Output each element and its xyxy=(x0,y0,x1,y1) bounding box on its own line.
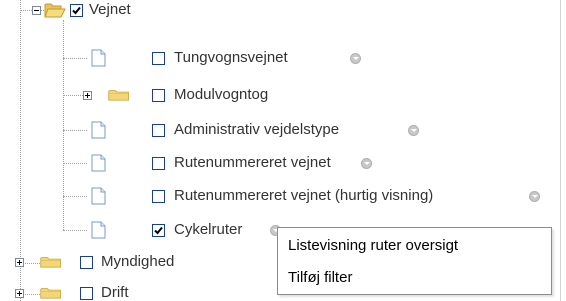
tree-line xyxy=(63,20,64,230)
page-icon xyxy=(91,49,106,67)
page-icon xyxy=(91,221,106,239)
checkbox-rutenummereret-vejnet-hurtig-visning[interactable] xyxy=(152,190,165,203)
checkbox-rutenummereret-vejnet[interactable] xyxy=(152,157,165,170)
checkbox-drift[interactable] xyxy=(80,287,93,300)
folder-icon xyxy=(108,90,129,101)
folder-icon xyxy=(40,257,61,268)
tree-item-label: Modulvogntog xyxy=(174,86,269,103)
checkbox-administrativ-vejdelstype[interactable] xyxy=(152,124,165,137)
expand-toggle-icon[interactable] xyxy=(15,258,24,267)
folder-open-icon xyxy=(44,3,66,18)
collapse-toggle-icon[interactable] xyxy=(32,6,41,15)
tree-item-label: Tungvognsvejnet xyxy=(174,49,288,66)
info-icon[interactable] xyxy=(350,53,361,64)
folder-icon xyxy=(40,288,61,299)
expand-toggle-icon[interactable] xyxy=(15,289,24,298)
panel-border xyxy=(560,0,561,301)
info-icon[interactable] xyxy=(408,125,419,136)
page-icon xyxy=(91,187,106,205)
tree-line xyxy=(20,0,21,301)
page-icon xyxy=(91,154,106,172)
checkbox-modulvogntog[interactable] xyxy=(152,89,165,102)
menu-item-listevisning[interactable]: Listevisning ruter oversigt xyxy=(279,232,550,260)
tree-item-label: Rutenummereret vejnet (hurtig visning) xyxy=(174,187,434,204)
tree-item-label: Cykelruter xyxy=(174,221,243,238)
checkbox-cykelruter[interactable] xyxy=(152,224,165,237)
tree-line xyxy=(63,58,87,59)
tree-item-label: Drift xyxy=(101,284,129,301)
tree-line xyxy=(63,196,87,197)
context-menu: Listevisning ruter oversigt Tilføj filte… xyxy=(277,227,552,295)
menu-item-tilfoej-filter[interactable]: Tilføj filter xyxy=(279,264,550,292)
checkbox-vejnet[interactable] xyxy=(70,4,83,17)
tree-line xyxy=(63,163,87,164)
tree-item-label: Vejnet xyxy=(89,1,131,18)
tree-item-label: Administrativ vejdelstype xyxy=(174,121,340,138)
checkbox-tungvognsvejnet[interactable] xyxy=(152,52,165,65)
tree-line xyxy=(63,230,87,231)
tree-line xyxy=(63,130,87,131)
checkbox-myndighed[interactable] xyxy=(80,256,93,269)
info-icon[interactable] xyxy=(529,191,540,202)
tree-item-label: Rutenummereret vejnet xyxy=(174,154,331,171)
layer-tree-panel: Vejnet Tungvognsvejnet Modulvogntog Admi… xyxy=(0,0,566,301)
page-icon xyxy=(91,121,106,139)
expand-toggle-icon[interactable] xyxy=(83,91,92,100)
tree-item-label: Myndighed xyxy=(101,253,175,270)
info-icon[interactable] xyxy=(361,158,372,169)
